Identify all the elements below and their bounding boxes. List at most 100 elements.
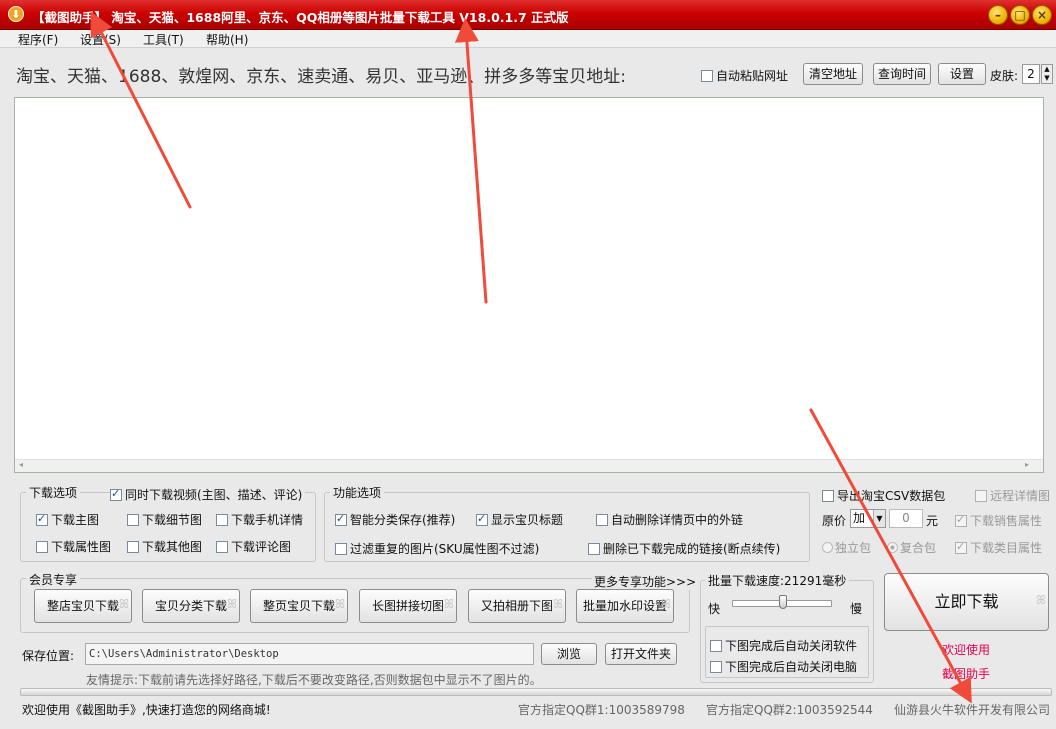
- standalone-package-radio[interactable]: 独立包: [822, 539, 871, 556]
- save-path-input[interactable]: C:\Users\Administrator\Desktop: [85, 643, 534, 665]
- status-qq-group-2: 官方指定QQ群2:1003592544: [706, 703, 873, 717]
- auto-paste-box[interactable]: [701, 70, 713, 82]
- composite-package-radio[interactable]: 复合包: [887, 539, 936, 556]
- app-download-icon[interactable]: ⬇: [8, 6, 24, 22]
- export-csv-checkbox[interactable]: 导出淘宝CSV数据包: [822, 487, 945, 504]
- filter-duplicates-label: 过滤重复的图片(SKU属性图不过滤): [350, 542, 540, 556]
- standalone-radio-dot[interactable]: [822, 542, 833, 553]
- download-video-checkbox[interactable]: 同时下载视频(主图、描述、评论): [110, 486, 306, 503]
- download-mobile-detail-box[interactable]: [216, 514, 228, 526]
- welcome-link-2[interactable]: 截图助手: [942, 665, 990, 682]
- download-video-label: 同时下载视频(主图、描述、评论): [125, 488, 303, 502]
- download-attr-image-checkbox[interactable]: 下载属性图: [36, 538, 111, 555]
- title-bar: ⬇ 【截图助手】 淘宝、天猫、1688阿里、京东、QQ相册等图片批量下载工具 V…: [0, 0, 1056, 30]
- scroll-right-icon[interactable]: ▸: [1025, 460, 1029, 469]
- auto-close-app-box[interactable]: [710, 640, 722, 652]
- price-value-input[interactable]: 0: [889, 509, 923, 528]
- auto-close-app-label: 下图完成后自动关闭软件: [725, 639, 858, 653]
- speed-slider-thumb[interactable]: [779, 595, 787, 609]
- download-sales-attr-box[interactable]: [955, 513, 967, 527]
- smart-classify-box[interactable]: [335, 512, 347, 526]
- download-other-image-checkbox[interactable]: 下载其他图: [127, 538, 202, 555]
- download-main-image-box[interactable]: [36, 512, 48, 526]
- download-other-image-label: 下载其他图: [142, 540, 203, 554]
- save-tip: 友情提示:下载前请先选择好路径,下载后不要改变路径,否则数据包中显示不了图片的。: [86, 673, 542, 687]
- download-main-image-checkbox[interactable]: 下载主图: [36, 511, 99, 528]
- download-attr-image-box[interactable]: [36, 541, 48, 553]
- download-category-attr-label: 下载类目属性: [970, 541, 1043, 555]
- download-now-button[interactable]: 立即下载: [884, 572, 1049, 631]
- show-title-label: 显示宝贝标题: [491, 513, 564, 527]
- welcome-link-1[interactable]: 欢迎使用: [942, 641, 990, 658]
- download-category-attr-checkbox[interactable]: 下载类目属性: [955, 539, 1042, 556]
- smart-classify-checkbox[interactable]: 智能分类保存(推荐): [335, 511, 455, 528]
- auto-shutdown-checkbox[interactable]: 下图完成后自动关闭电脑: [710, 658, 857, 675]
- filter-duplicates-box[interactable]: [335, 543, 347, 555]
- status-bar: 欢迎使用《截图助手》,快速打造您的网络商城! 官方指定QQ群1:10035897…: [0, 697, 1056, 729]
- remote-detail-checkbox[interactable]: 远程详情图: [975, 487, 1050, 504]
- scroll-left-icon[interactable]: ◂: [19, 460, 23, 469]
- remote-detail-label: 远程详情图: [990, 489, 1051, 503]
- menu-tools[interactable]: 工具(T): [143, 31, 184, 48]
- whole-page-download-button[interactable]: 整页宝贝下载: [250, 588, 348, 623]
- window-title: 【截图助手】 淘宝、天猫、1688阿里、京东、QQ相册等图片批量下载工具 V18…: [32, 10, 569, 25]
- settings-button[interactable]: 设置: [938, 63, 986, 85]
- show-title-box[interactable]: [476, 512, 488, 526]
- maximize-button[interactable]: □: [1010, 5, 1030, 25]
- download-mobile-detail-checkbox[interactable]: 下载手机详情: [216, 511, 303, 528]
- composite-label: 复合包: [900, 541, 937, 555]
- remove-external-links-checkbox[interactable]: 自动删除详情页中的外链: [596, 511, 743, 528]
- remove-external-links-box[interactable]: [596, 514, 608, 526]
- download-category-attr-box[interactable]: [955, 540, 967, 554]
- download-review-image-box[interactable]: [216, 541, 228, 553]
- remote-detail-box[interactable]: [975, 490, 987, 502]
- close-button[interactable]: ×: [1032, 5, 1052, 25]
- filter-duplicates-checkbox[interactable]: 过滤重复的图片(SKU属性图不过滤): [335, 540, 539, 557]
- download-review-image-checkbox[interactable]: 下载评论图: [216, 538, 291, 555]
- skin-spinner[interactable]: ▲ ▼: [1041, 64, 1053, 84]
- speed-slider[interactable]: [732, 595, 832, 609]
- export-csv-box[interactable]: [822, 490, 834, 502]
- price-op-value: 加: [853, 511, 866, 525]
- whole-shop-download-button[interactable]: 整店宝贝下载: [34, 588, 132, 623]
- skin-input[interactable]: 2: [1022, 64, 1040, 84]
- address-label: 淘宝、天猫、1688、敦煌网、京东、速卖通、易贝、亚马逊、拼多多等宝贝地址:: [16, 67, 626, 87]
- delete-finished-links-checkbox[interactable]: 删除已下载完成的链接(断点续传): [588, 540, 780, 557]
- minimize-button[interactable]: –: [988, 5, 1008, 25]
- save-location-label: 保存位置:: [22, 649, 75, 663]
- more-features-link[interactable]: 更多专享功能>>>: [592, 573, 699, 590]
- watermark-settings-button[interactable]: 批量加水印设置: [576, 588, 674, 623]
- open-folder-button[interactable]: 打开文件夹: [605, 643, 677, 665]
- price-op-select[interactable]: 加 ▼: [850, 509, 886, 528]
- skin-label: 皮肤:: [990, 69, 1019, 83]
- category-download-button[interactable]: 宝贝分类下载: [142, 588, 240, 623]
- url-textarea[interactable]: [14, 97, 1044, 473]
- function-options-title: 功能选项: [330, 484, 385, 501]
- dropdown-arrow-icon[interactable]: ▼: [873, 510, 885, 527]
- clear-address-button[interactable]: 清空地址: [803, 63, 863, 85]
- download-detail-image-box[interactable]: [127, 514, 139, 526]
- download-other-image-box[interactable]: [127, 541, 139, 553]
- progress-bar: [20, 688, 1052, 696]
- youpai-album-button[interactable]: 又拍相册下图: [468, 588, 566, 623]
- delete-finished-links-box[interactable]: [588, 543, 600, 555]
- horizontal-scrollbar[interactable]: ◂ ▸: [15, 459, 1043, 472]
- auto-paste-checkbox[interactable]: 自动粘贴网址: [701, 67, 788, 84]
- browse-button[interactable]: 浏览: [541, 643, 597, 665]
- menu-help[interactable]: 帮助(H): [206, 31, 248, 48]
- download-video-box[interactable]: [110, 487, 122, 501]
- price-label: 原价: [822, 514, 847, 528]
- menu-program[interactable]: 程序(F): [18, 31, 58, 48]
- query-time-button[interactable]: 查询时间: [873, 63, 931, 85]
- download-options-title: 下载选项: [26, 484, 81, 501]
- download-detail-image-checkbox[interactable]: 下载细节图: [127, 511, 202, 528]
- show-title-checkbox[interactable]: 显示宝贝标题: [476, 511, 563, 528]
- long-image-stitch-button[interactable]: 长图拼接切图: [359, 588, 457, 623]
- menu-settings[interactable]: 设置(S): [80, 31, 121, 48]
- download-detail-image-label: 下载细节图: [142, 513, 203, 527]
- auto-close-app-checkbox[interactable]: 下图完成后自动关闭软件: [710, 637, 857, 654]
- download-sales-attr-checkbox[interactable]: 下载销售属性: [955, 512, 1042, 529]
- composite-radio-dot[interactable]: [887, 542, 898, 553]
- download-attr-image-label: 下载属性图: [51, 540, 112, 554]
- auto-shutdown-box[interactable]: [710, 661, 722, 673]
